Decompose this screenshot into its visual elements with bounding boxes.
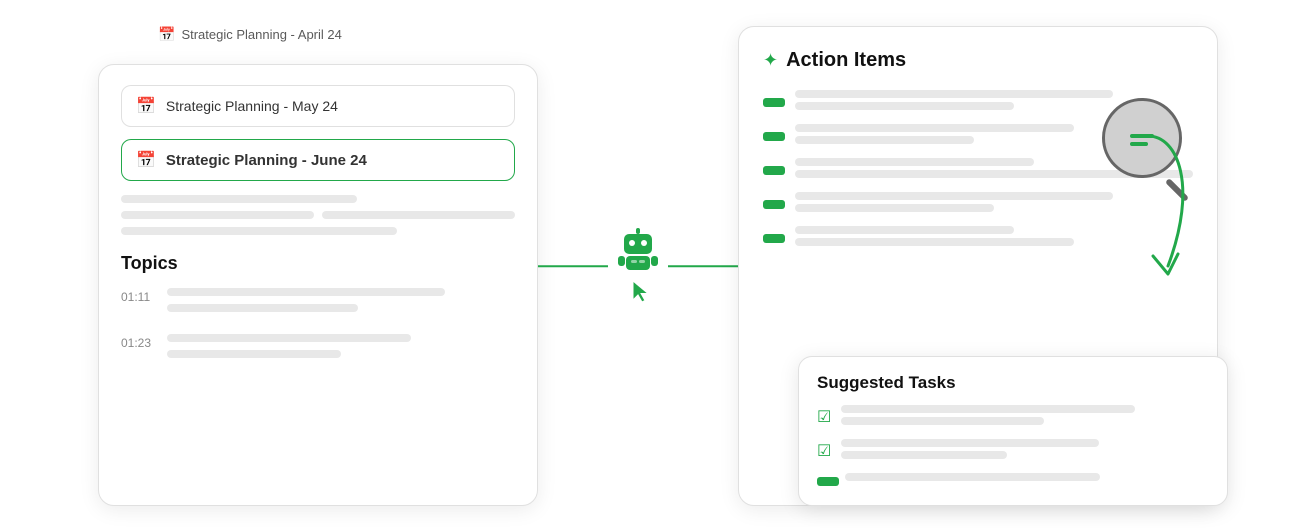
left-section: 📅 Strategic Planning - April 24 📅 Strate… <box>98 26 538 506</box>
calendar-icon-june: 📅 <box>136 150 156 170</box>
skel-line <box>795 136 974 144</box>
green-bar <box>763 200 785 209</box>
skel-line <box>167 288 445 296</box>
topic-time-2: 01:23 <box>121 336 153 350</box>
green-bar <box>763 98 785 107</box>
left-card: 📅 Strategic Planning - May 24 📅 Strategi… <box>98 64 538 506</box>
meeting-item-june[interactable]: 📅 Strategic Planning - June 24 <box>121 139 515 181</box>
suggested-row-1: ☑ <box>817 405 1209 429</box>
skel-line <box>795 238 1074 246</box>
robot-icon <box>614 226 662 274</box>
suggested-tasks-card: Suggested Tasks ☑ ☑ <box>798 356 1228 506</box>
check-icon-2: ☑ <box>817 441 831 461</box>
suggested-skels-2 <box>841 439 1209 463</box>
meeting-label-june: Strategic Planning - June 24 <box>166 152 367 169</box>
topic-skels-1 <box>167 288 515 320</box>
skel-line <box>845 473 1100 481</box>
skeleton-group-1 <box>121 195 515 235</box>
suggested-bottom-bars <box>817 473 1209 489</box>
skel-line <box>795 124 1074 132</box>
sparkle-icon: ✦ <box>763 50 778 71</box>
skel-line <box>841 439 1098 447</box>
skel-line <box>121 227 397 235</box>
skel-line <box>841 405 1135 413</box>
skel-line <box>121 195 357 203</box>
suggested-tasks-title: Suggested Tasks <box>817 373 1209 393</box>
suggested-row-2: ☑ <box>817 439 1209 463</box>
calendar-icon-april: 📅 <box>158 26 175 43</box>
green-bar <box>763 234 785 243</box>
topic-row-1: 01:11 <box>121 288 515 320</box>
topic-time-1: 01:11 <box>121 290 153 304</box>
meeting-item-may[interactable]: 📅 Strategic Planning - May 24 <box>121 85 515 127</box>
skel-line <box>795 204 994 212</box>
robot-container <box>608 220 668 312</box>
april-label-text: Strategic Planning - April 24 <box>181 27 341 42</box>
skel-line <box>841 417 1043 425</box>
skel-row <box>121 211 515 227</box>
green-bar <box>763 166 785 175</box>
cursor-icon <box>628 278 656 306</box>
skel-line <box>841 451 1006 459</box>
skel-line <box>322 211 515 219</box>
calendar-icon-may: 📅 <box>136 96 156 116</box>
check-icon-1: ☑ <box>817 407 831 427</box>
suggested-skels-1 <box>841 405 1209 429</box>
right-section: ✦ Action Items <box>738 26 1218 506</box>
skel-line <box>795 158 1034 166</box>
topic-skels-2 <box>167 334 515 366</box>
skel-line <box>121 211 314 219</box>
topics-title: Topics <box>121 253 515 274</box>
skel-line <box>795 192 1113 200</box>
arrow-icon <box>1088 126 1208 286</box>
skel-fill <box>845 473 1209 489</box>
topics-section: Topics 01:11 01:23 <box>121 253 515 366</box>
scene: 📅 Strategic Planning - April 24 📅 Strate… <box>58 16 1258 516</box>
topic-row-2: 01:23 <box>121 334 515 366</box>
skel-line <box>167 304 358 312</box>
april-label: 📅 Strategic Planning - April 24 <box>158 26 342 43</box>
skel-line <box>167 350 341 358</box>
action-items-title: Action Items <box>786 49 906 72</box>
action-items-header: ✦ Action Items <box>763 49 1193 72</box>
green-bar-s1 <box>817 477 839 486</box>
skel-line <box>795 90 1113 98</box>
connector <box>538 216 738 316</box>
meeting-label-may: Strategic Planning - May 24 <box>166 98 338 114</box>
skel-line <box>795 102 1014 110</box>
skel-line <box>795 226 1014 234</box>
green-bar <box>763 132 785 141</box>
skel-line <box>167 334 411 342</box>
